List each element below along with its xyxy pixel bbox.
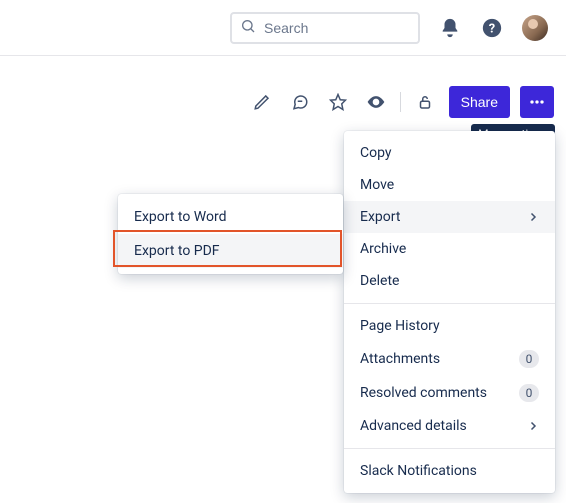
- menu-label: Attachments: [360, 351, 440, 367]
- menu-label: Resolved comments: [360, 385, 487, 401]
- search-field[interactable]: [230, 12, 420, 44]
- header-actions: ?: [438, 15, 548, 41]
- search-icon: [240, 18, 256, 38]
- menu-item-slack[interactable]: Slack Notifications: [344, 455, 555, 487]
- attachments-count-badge: 0: [519, 350, 539, 368]
- menu-item-export[interactable]: Export: [344, 201, 555, 233]
- more-actions-button[interactable]: [520, 86, 554, 118]
- menu-label: Advanced details: [360, 418, 467, 434]
- more-actions-menu: Copy Move Export Archive Delete Page His…: [344, 131, 555, 493]
- restrictions-icon[interactable]: [411, 88, 439, 116]
- menu-item-move[interactable]: Move: [344, 169, 555, 201]
- star-icon[interactable]: [324, 88, 352, 116]
- menu-item-archive[interactable]: Archive: [344, 233, 555, 265]
- menu-label: Export: [360, 209, 400, 225]
- menu-label: Slack Notifications: [360, 463, 477, 479]
- menu-separator: [344, 303, 555, 304]
- help-icon[interactable]: ?: [480, 16, 504, 40]
- menu-label: Archive: [360, 241, 406, 257]
- notifications-icon[interactable]: [438, 16, 462, 40]
- chevron-right-icon: [527, 211, 539, 223]
- page-toolbar: Share: [248, 86, 554, 118]
- comment-icon[interactable]: [286, 88, 314, 116]
- menu-item-resolved-comments[interactable]: Resolved comments 0: [344, 376, 555, 410]
- resolved-count-badge: 0: [519, 384, 539, 402]
- svg-text:?: ?: [489, 21, 495, 36]
- share-button[interactable]: Share: [449, 86, 510, 118]
- menu-item-advanced-details[interactable]: Advanced details: [344, 410, 555, 442]
- search-input[interactable]: [262, 19, 410, 37]
- menu-item-copy[interactable]: Copy: [344, 137, 555, 169]
- menu-label: Copy: [360, 145, 392, 161]
- edit-icon[interactable]: [248, 88, 276, 116]
- menu-item-page-history[interactable]: Page History: [344, 310, 555, 342]
- menu-item-attachments[interactable]: Attachments 0: [344, 342, 555, 376]
- submenu-item-pdf[interactable]: Export to PDF: [118, 234, 343, 268]
- menu-separator: [344, 448, 555, 449]
- top-bar: ?: [0, 0, 566, 56]
- chevron-right-icon: [527, 420, 539, 432]
- export-submenu: Export to Word Export to PDF: [118, 194, 343, 274]
- menu-item-delete[interactable]: Delete: [344, 265, 555, 297]
- avatar[interactable]: [522, 15, 548, 41]
- menu-label: Move: [360, 177, 394, 193]
- menu-label: Page History: [360, 318, 440, 334]
- menu-label: Delete: [360, 273, 399, 289]
- watch-icon[interactable]: [362, 88, 390, 116]
- toolbar-separator: [400, 92, 401, 112]
- submenu-item-word[interactable]: Export to Word: [118, 200, 343, 234]
